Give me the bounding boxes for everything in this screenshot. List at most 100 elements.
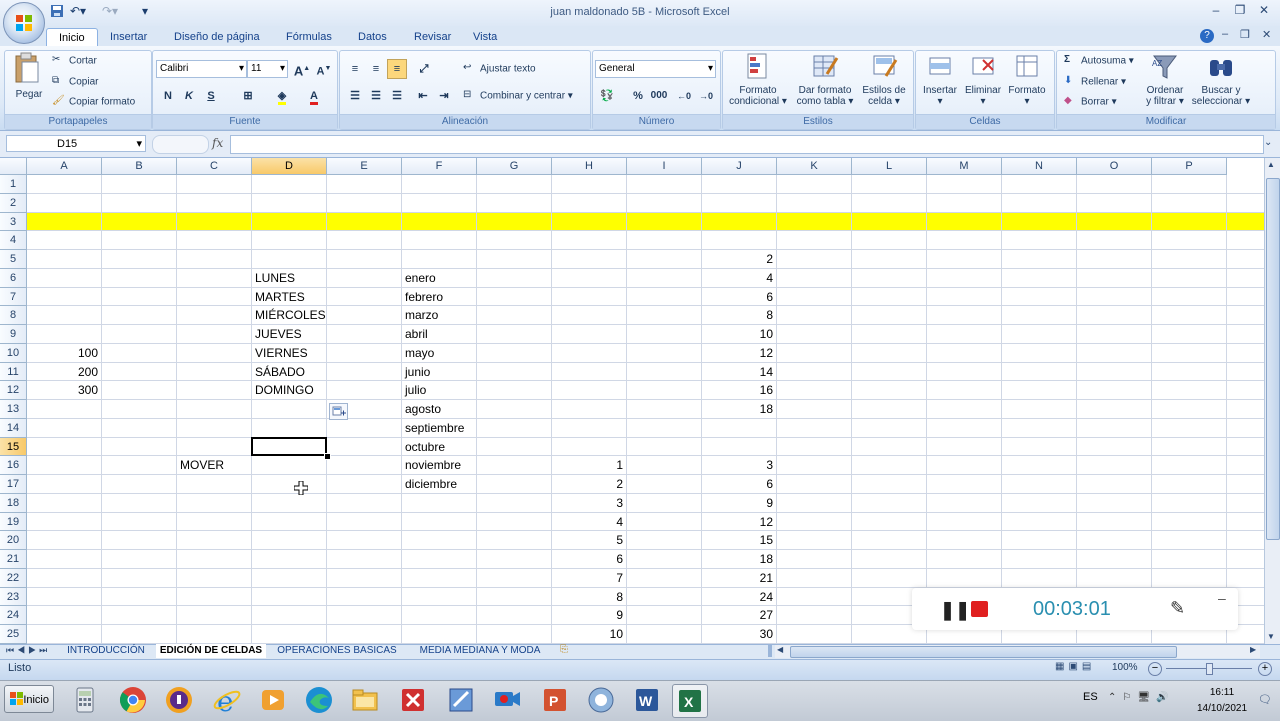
cell-f16[interactable]: noviembre — [405, 456, 461, 475]
format-painter-button[interactable]: 🖌 Copiar formato — [52, 95, 135, 109]
tab-split-handle[interactable] — [768, 645, 772, 657]
align-middle-icon[interactable]: ≡ — [366, 59, 386, 79]
cell-j25[interactable]: 30 — [702, 625, 773, 644]
app-circle-icon[interactable] — [584, 684, 618, 716]
cell-a12[interactable]: 300 — [27, 381, 98, 400]
insert-sheet-icon[interactable]: ⎘ — [560, 644, 568, 655]
decrease-decimal-icon[interactable]: →0 — [696, 86, 716, 106]
cell-f11[interactable]: junio — [405, 363, 430, 382]
column-header-b[interactable]: B — [102, 158, 177, 175]
column-header-f[interactable]: F — [402, 158, 477, 175]
paint-icon[interactable] — [444, 684, 478, 716]
align-top-icon[interactable]: ≡ — [345, 59, 365, 79]
copy-button[interactable]: ⧉ Copiar — [52, 75, 98, 89]
cell-j24[interactable]: 27 — [702, 606, 773, 625]
cell-j18[interactable]: 9 — [702, 494, 773, 513]
tab-diseno[interactable]: Diseño de página — [162, 28, 272, 46]
zoom-out-icon[interactable]: − — [1148, 662, 1162, 676]
column-header-l[interactable]: L — [852, 158, 927, 175]
sheet-nav-icon[interactable]: ⏮◀▶⏭ — [6, 645, 50, 656]
tab-datos[interactable]: Datos — [346, 28, 399, 46]
underline-button[interactable]: S — [201, 86, 221, 106]
cell-j11[interactable]: 14 — [702, 363, 773, 382]
cell-j7[interactable]: 6 — [702, 288, 773, 307]
cell-j9[interactable]: 10 — [702, 325, 773, 344]
cell-h22[interactable]: 7 — [552, 569, 623, 588]
row-header-10[interactable]: 10 — [0, 343, 27, 363]
cell-d10[interactable]: VIERNES — [255, 344, 308, 363]
cell-f10[interactable]: mayo — [405, 344, 434, 363]
column-header-i[interactable]: I — [627, 158, 702, 175]
cell-j23[interactable]: 24 — [702, 588, 773, 607]
pen-icon[interactable]: ✎ — [1170, 598, 1185, 619]
clear-button[interactable]: ◆ Borrar ▾ — [1064, 95, 1117, 109]
cell-f12[interactable]: julio — [405, 381, 426, 400]
number-format-combo[interactable]: General ▾ — [595, 60, 716, 78]
cell-f7[interactable]: febrero — [405, 288, 443, 307]
cell-h23[interactable]: 8 — [552, 588, 623, 607]
orientation-icon[interactable]: ⤢ — [414, 59, 434, 79]
cell-c16[interactable]: MOVER — [180, 456, 224, 475]
cell-f17[interactable]: diciembre — [405, 475, 457, 494]
sheet-tab-operaciones-basicas[interactable]: OPERACIONES BASICAS — [272, 644, 402, 658]
tab-formulas[interactable]: Fórmulas — [274, 28, 344, 46]
kingsoft-icon[interactable] — [396, 684, 430, 716]
column-header-h[interactable]: H — [552, 158, 627, 175]
column-header-d[interactable]: D — [252, 158, 327, 175]
borders-icon[interactable]: ⊞ — [238, 86, 258, 106]
font-size-combo[interactable]: 11 ▾ — [247, 60, 288, 78]
sheet-tab-media-mediana-moda[interactable]: MEDIA MEDIANA Y MODA — [410, 644, 550, 658]
cell-j20[interactable]: 15 — [702, 531, 773, 550]
view-buttons[interactable]: ▦▣▤ — [1055, 661, 1103, 676]
expand-formula-icon[interactable]: ⌄ — [1264, 137, 1272, 148]
sheet-tab-edicion-de-celdas[interactable]: EDICIÓN DE CELDAS — [156, 644, 266, 658]
tab-revisar[interactable]: Revisar — [402, 28, 463, 46]
row-header-15[interactable]: 15 — [0, 437, 27, 457]
tray-icons[interactable]: ⌃⚐🖥🔊 — [1108, 692, 1175, 703]
recorder-minimize-icon[interactable]: – — [1218, 590, 1226, 606]
align-center-icon[interactable]: ☰ — [366, 86, 386, 106]
shrink-font-button[interactable]: A▼ — [314, 59, 334, 79]
formula-input[interactable] — [230, 135, 1264, 154]
excel-icon[interactable]: X — [672, 684, 708, 718]
row-header-2[interactable]: 2 — [0, 193, 27, 213]
row-header-12[interactable]: 12 — [0, 381, 27, 400]
cell-j6[interactable]: 4 — [702, 269, 773, 288]
cell-d6[interactable]: LUNES — [255, 269, 295, 288]
cell-h18[interactable]: 3 — [552, 494, 623, 513]
autosum-button[interactable]: Σ Autosuma ▾ — [1064, 54, 1134, 68]
row-header-7[interactable]: 7 — [0, 287, 27, 307]
row-header-16[interactable]: 16 — [0, 456, 27, 475]
cell-j13[interactable]: 18 — [702, 400, 773, 419]
spreadsheet-grid[interactable]: ABCDEFGHIJKLMNOP 1 2 3 4 5 6 7 8 9 10 11 12 13 14 15 16… — [0, 158, 1264, 644]
cell-h20[interactable]: 5 — [552, 531, 623, 550]
help-icon[interactable]: ? — [1200, 29, 1214, 43]
row-header-14[interactable]: 14 — [0, 418, 27, 438]
row-header-5[interactable]: 5 — [0, 250, 27, 269]
delete-cells-button[interactable]: Eliminar ▾ — [962, 52, 1004, 107]
language-indicator[interactable]: ES — [1083, 691, 1098, 703]
tab-vista[interactable]: Vista — [461, 28, 509, 46]
cell-j16[interactable]: 3 — [702, 456, 773, 475]
cell-d9[interactable]: JUEVES — [255, 325, 302, 344]
cell-d12[interactable]: DOMINGO — [255, 381, 314, 400]
column-header-c[interactable]: C — [177, 158, 252, 175]
cell-f14[interactable]: septiembre — [405, 419, 464, 438]
column-header-g[interactable]: G — [477, 158, 552, 175]
row-header-23[interactable]: 23 — [0, 587, 27, 607]
row-header-1[interactable]: 1 — [0, 175, 27, 194]
zoom-in-icon[interactable]: + — [1258, 662, 1272, 676]
screen-recorder-icon[interactable] — [490, 684, 524, 716]
cell-a11[interactable]: 200 — [27, 363, 98, 382]
cell-d7[interactable]: MARTES — [255, 288, 305, 307]
workbook-close-icon[interactable]: ✕ — [1262, 28, 1271, 41]
merge-center-button[interactable]: ⊟ Combinar y centrar ▾ — [463, 89, 573, 103]
vertical-scroll-thumb[interactable] — [1266, 178, 1280, 540]
cell-h21[interactable]: 6 — [552, 550, 623, 569]
cell-j10[interactable]: 12 — [702, 344, 773, 363]
row-header-22[interactable]: 22 — [0, 568, 27, 588]
cell-f6[interactable]: enero — [405, 269, 436, 288]
cell-h19[interactable]: 4 — [552, 513, 623, 532]
cut-button[interactable]: ✂ Cortar — [52, 54, 97, 68]
scroll-down-icon[interactable]: ▼ — [1267, 632, 1275, 641]
